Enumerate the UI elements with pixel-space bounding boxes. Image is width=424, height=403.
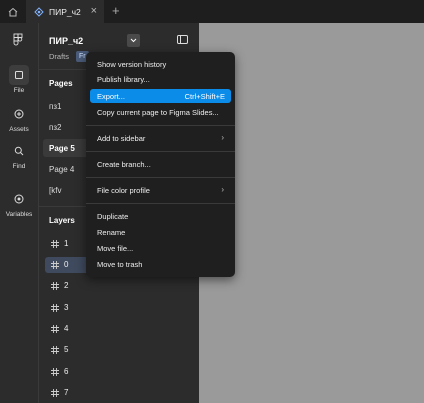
figma-logo-icon[interactable] <box>13 33 23 48</box>
rail-assets-label: Assets <box>9 126 29 133</box>
layer-item[interactable]: 7 <box>45 385 135 401</box>
page-label: пз1 <box>49 102 62 111</box>
rail-find-label: Find <box>12 163 26 170</box>
menu-item-label: Rename <box>97 228 126 237</box>
menu-item-label: Export... <box>97 92 125 101</box>
rail-variables[interactable]: Variables <box>0 189 38 218</box>
menu-item-duplicate[interactable]: Duplicate <box>90 209 231 223</box>
home-icon <box>8 7 18 16</box>
layer-item[interactable]: 4 <box>45 321 135 337</box>
layer-label: 2 <box>64 281 69 290</box>
menu-item-add-to-sidebar[interactable]: Add to sidebar › <box>90 131 231 145</box>
chevron-right-icon: › <box>221 185 224 194</box>
menu-item-label: File color profile <box>97 186 150 195</box>
assets-icon <box>9 104 29 124</box>
menu-item-move-to-trash[interactable]: Move to trash <box>90 257 231 271</box>
layer-label: 5 <box>64 345 69 354</box>
page-label: пз2 <box>49 123 62 132</box>
panel-toggle-icon[interactable] <box>177 35 188 46</box>
rail-file-label: File <box>13 87 25 94</box>
menu-item-label: Show version history <box>97 60 167 69</box>
rail-find[interactable]: Find <box>0 141 38 170</box>
menu-item-label: Create branch... <box>97 160 151 169</box>
menu-item-label: Duplicate <box>97 212 129 221</box>
layer-item[interactable]: 6 <box>45 364 135 380</box>
page-label: Page 5 <box>49 144 75 153</box>
layer-item[interactable]: 3 <box>45 300 135 316</box>
frame-icon <box>51 346 59 354</box>
menu-item-create-branch[interactable]: Create branch... <box>90 157 231 171</box>
menu-item-copy-to-slides[interactable]: Copy current page to Figma Slides... <box>90 105 231 119</box>
close-icon[interactable]: × <box>91 5 97 17</box>
file-context-menu: Show version history Publish library... … <box>86 52 235 277</box>
frame-icon <box>51 261 59 269</box>
left-rail: File Assets Find Variables <box>0 23 39 403</box>
menu-separator <box>86 125 235 126</box>
frame-icon <box>51 368 59 376</box>
menu-item-label: Add to sidebar <box>97 134 146 143</box>
menu-item-version-history[interactable]: Show version history <box>90 57 231 71</box>
layers-title: Layers <box>49 216 75 225</box>
menu-item-move-file[interactable]: Move file... <box>90 241 231 255</box>
menu-item-label: Move file... <box>97 244 134 253</box>
file-title[interactable]: ПИР_ч2 <box>49 36 83 46</box>
chevron-down-icon <box>130 38 137 43</box>
page-label: Page 4 <box>49 165 75 174</box>
layer-label: 3 <box>64 303 69 312</box>
layer-label: 0 <box>64 260 69 269</box>
frame-icon <box>51 389 59 397</box>
menu-separator <box>86 203 235 204</box>
menu-item-label: Move to trash <box>97 260 143 269</box>
layer-label: 6 <box>64 367 69 376</box>
new-tab-button[interactable]: + <box>112 3 120 19</box>
search-icon <box>9 141 29 161</box>
layer-label: 4 <box>64 324 69 333</box>
frame-icon <box>51 240 59 248</box>
tab-file[interactable]: ПИР_ч2 × <box>26 0 104 23</box>
menu-item-rename[interactable]: Rename <box>90 225 231 239</box>
frame-icon <box>51 282 59 290</box>
layer-label: 7 <box>64 388 69 397</box>
menu-separator <box>86 151 235 152</box>
layer-label: 1 <box>64 239 69 248</box>
layer-item[interactable]: 5 <box>45 342 135 358</box>
drafts-link[interactable]: Drafts <box>49 52 69 61</box>
tab-title: ПИР_ч2 <box>49 6 81 17</box>
rail-assets[interactable]: Assets <box>0 104 38 133</box>
file-tab-icon <box>34 6 44 17</box>
menu-item-label: Publish library... <box>97 75 150 84</box>
menu-item-label: Copy current page to Figma Slides... <box>97 108 219 117</box>
frame-icon <box>51 325 59 333</box>
rail-variables-label: Variables <box>5 211 33 218</box>
pages-title: Pages <box>49 79 73 88</box>
menu-item-publish-library[interactable]: Publish library... <box>90 72 231 86</box>
chevron-right-icon: › <box>221 133 224 142</box>
rail-file[interactable]: File <box>0 65 38 94</box>
menu-separator <box>86 177 235 178</box>
file-icon <box>9 65 29 85</box>
home-button[interactable] <box>0 0 26 23</box>
menu-item-shortcut: Ctrl+Shift+E <box>184 92 225 101</box>
tab-bar: ПИР_ч2 × + <box>0 0 424 23</box>
menu-item-color-profile[interactable]: File color profile › <box>90 183 231 197</box>
file-menu-button[interactable] <box>127 34 140 47</box>
variables-icon <box>9 189 29 209</box>
layer-item[interactable]: 2 <box>45 278 135 294</box>
menu-item-export[interactable]: Export... Ctrl+Shift+E <box>90 89 231 103</box>
page-label: [kfv <box>49 186 62 195</box>
frame-icon <box>51 304 59 312</box>
